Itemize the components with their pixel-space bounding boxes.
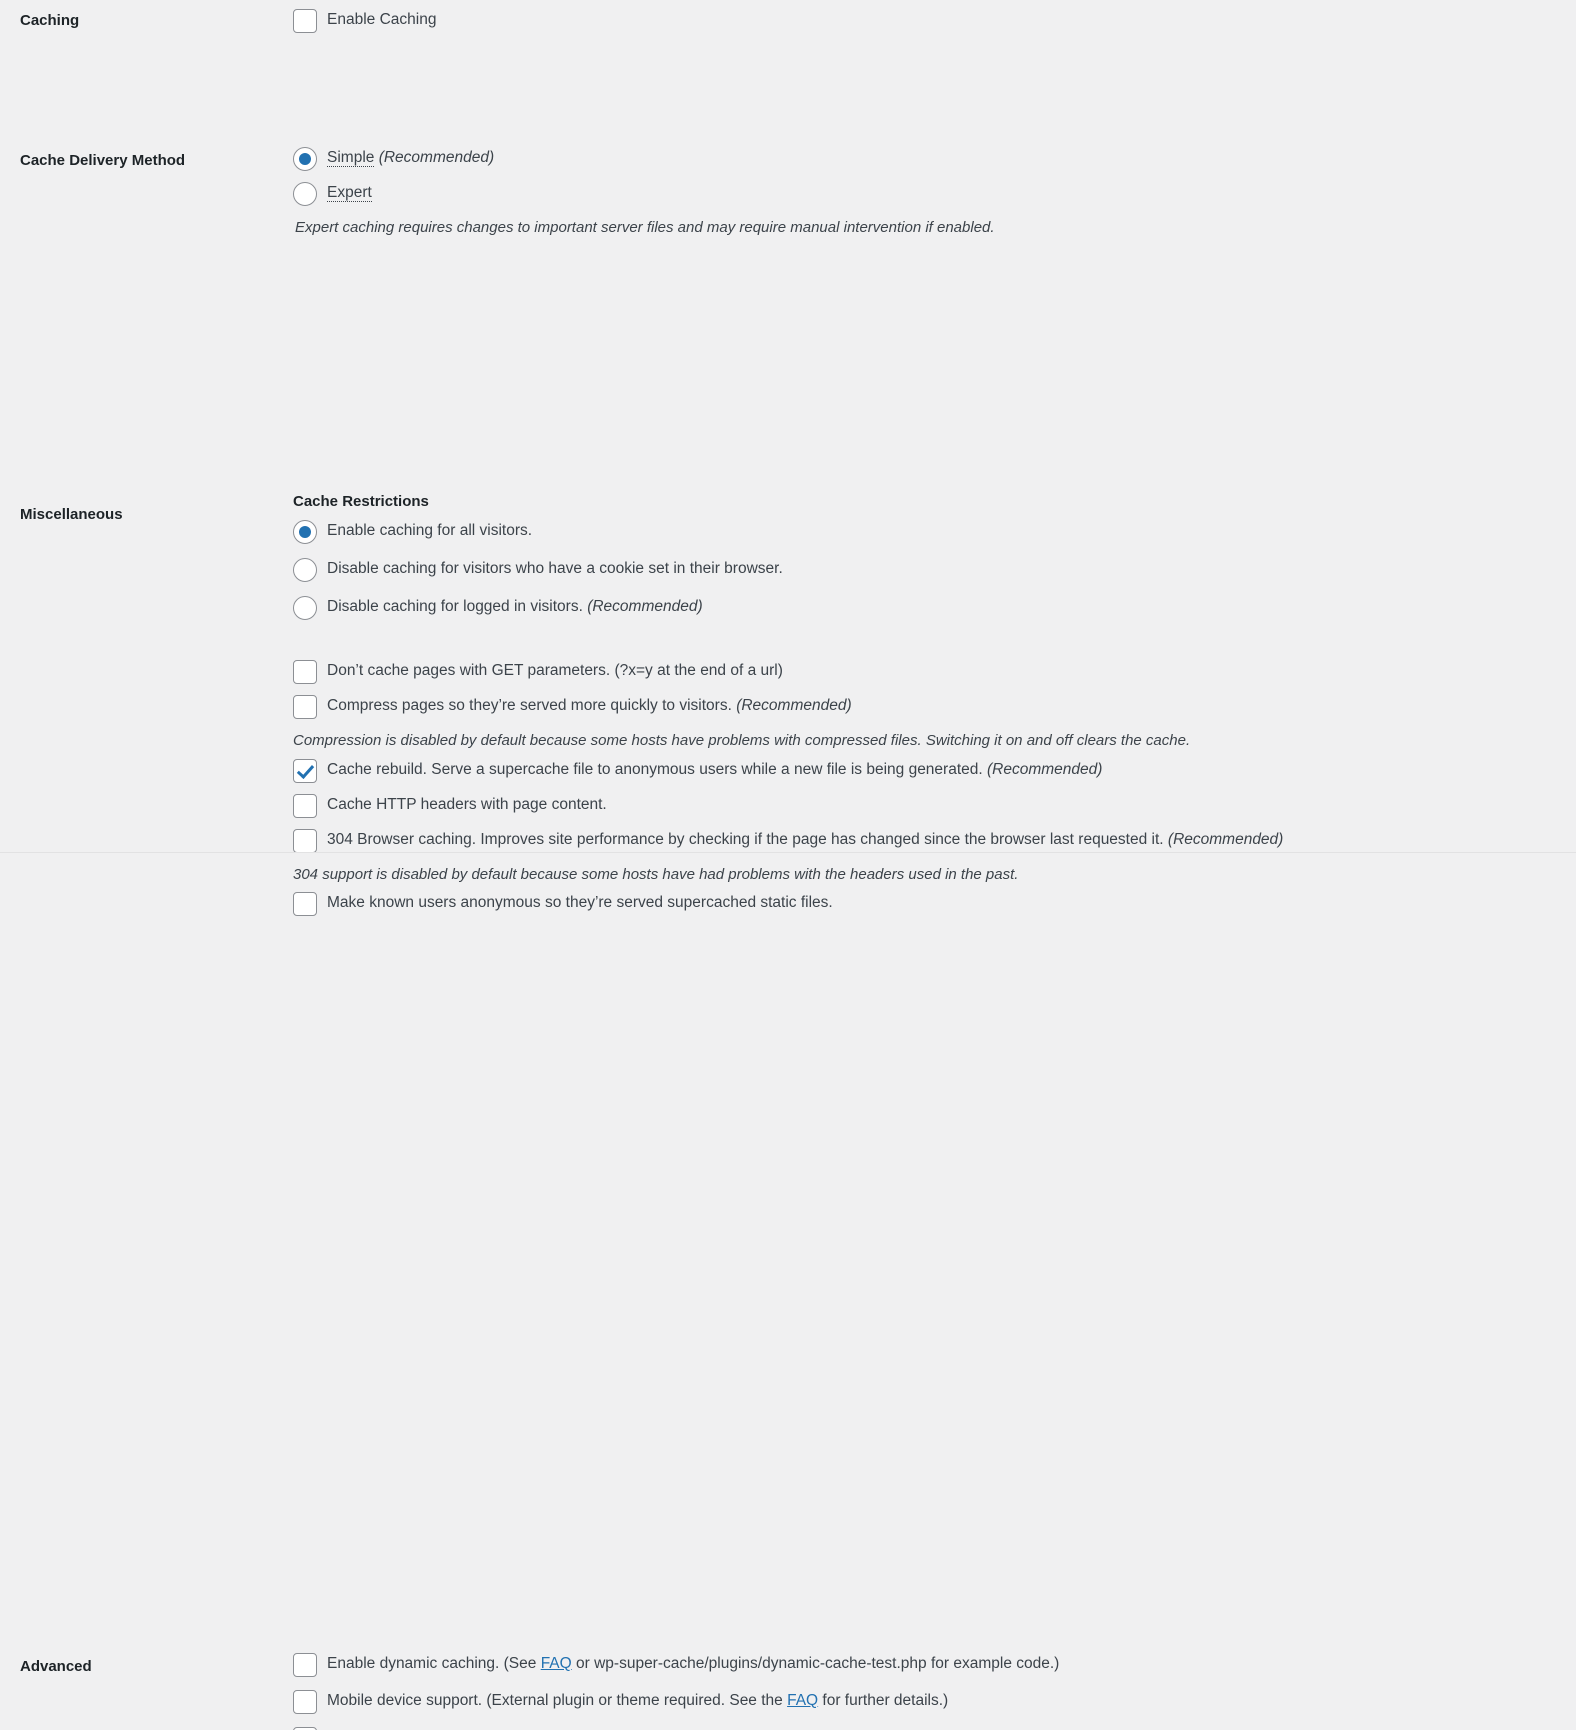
group-cache-restrictions: Enable caching for all visitors. Disable… bbox=[293, 520, 1566, 620]
radio-suffix-disable-caching-logged-in: (Recommended) bbox=[587, 598, 703, 615]
checkbox-enable-dynamic-caching[interactable]: Enable dynamic caching. (See FAQ or wp-s… bbox=[293, 1653, 1566, 1677]
checkbox-label-cache-rebuild: Cache rebuild. Serve a supercache file t… bbox=[327, 760, 983, 778]
checkbox-remove-utf8-charset[interactable]: Remove UTF8/blog charset support from .h… bbox=[293, 1727, 1566, 1730]
checkbox-icon-checked[interactable] bbox=[293, 758, 317, 783]
radio-suffix-simple: (Recommended) bbox=[378, 149, 495, 166]
group-cache-flags-2: Cache rebuild. Serve a supercache file t… bbox=[293, 758, 1566, 853]
faq-link-mobile-support[interactable]: FAQ bbox=[787, 1692, 818, 1709]
checkbox-304-browser-caching[interactable]: 304 Browser caching. Improves site perfo… bbox=[293, 828, 1566, 853]
note-304-support: 304 support is disabled by default becau… bbox=[293, 865, 1019, 883]
checkbox-label-mobile-device-support-post: for further details.) bbox=[818, 1692, 949, 1709]
row-label-advanced: Advanced bbox=[20, 1658, 92, 1675]
heading-cache-restrictions: Cache Restrictions bbox=[293, 492, 429, 510]
checkbox-suffix-compress-pages: (Recommended) bbox=[736, 697, 852, 714]
radio-label-enable-caching-all-visitors: Enable caching for all visitors. bbox=[327, 522, 533, 539]
checkbox-label-cache-http-headers: Cache HTTP headers with page content. bbox=[327, 795, 607, 813]
radio-enable-caching-all-visitors[interactable]: Enable caching for all visitors. bbox=[293, 520, 1566, 544]
settings-form-table: Caching Enable Caching Cache Delivery Me… bbox=[0, 0, 1576, 1730]
checkbox-icon-unchecked[interactable] bbox=[293, 9, 317, 33]
radio-label-disable-caching-cookie: Disable caching for visitors who have a … bbox=[327, 560, 783, 577]
checkbox-enable-caching[interactable]: Enable Caching bbox=[293, 9, 1566, 33]
checkbox-label-mobile-device-support-pre: Mobile device support. (External plugin … bbox=[327, 1692, 788, 1709]
row-caching: Caching Enable Caching bbox=[0, 0, 1576, 61]
faq-link-dynamic-caching[interactable]: FAQ bbox=[541, 1655, 572, 1672]
radio-icon-unselected[interactable] bbox=[293, 596, 317, 620]
radio-delivery-simple[interactable]: Simple (Recommended) bbox=[293, 147, 1566, 171]
checkbox-icon-unchecked[interactable] bbox=[293, 828, 317, 853]
group-cache-flags-3: Make known users anonymous so they’re se… bbox=[293, 892, 1566, 916]
radio-icon-selected[interactable] bbox=[293, 520, 317, 544]
row-advanced: Advanced Enable dynamic caching. (See FA… bbox=[0, 947, 1576, 1730]
checkbox-icon-unchecked[interactable] bbox=[293, 892, 317, 916]
radio-label-expert: Expert bbox=[327, 184, 372, 202]
radio-icon-unselected[interactable] bbox=[293, 558, 317, 582]
row-content-cache-delivery-method: Simple (Recommended) Expert Expert cachi… bbox=[293, 61, 1576, 276]
checkbox-mobile-device-support[interactable]: Mobile device support. (External plugin … bbox=[293, 1690, 1566, 1714]
checkbox-label-enable-dynamic-caching-post: or wp-super-cache/plugins/dynamic-cache-… bbox=[571, 1655, 1060, 1672]
radio-disable-caching-logged-in[interactable]: Disable caching for logged in visitors. … bbox=[293, 596, 1566, 620]
row-content-miscellaneous: Cache Restrictions Enable caching for al… bbox=[293, 276, 1576, 948]
radio-label-simple: Simple bbox=[327, 149, 375, 167]
checkbox-label-compress-pages: Compress pages so they’re served more qu… bbox=[327, 697, 732, 714]
checkbox-icon-unchecked[interactable] bbox=[293, 660, 317, 684]
group-cache-flags: Don’t cache pages with GET parameters. (… bbox=[293, 660, 1566, 719]
checkbox-label-dont-cache-get-params: Don’t cache pages with GET parameters. (… bbox=[327, 662, 783, 679]
radio-icon-unselected[interactable] bbox=[293, 182, 317, 206]
row-cache-delivery-method: Cache Delivery Method Simple (Recommende… bbox=[0, 61, 1576, 276]
row-content-advanced: Enable dynamic caching. (See FAQ or wp-s… bbox=[293, 947, 1576, 1730]
checkbox-icon-unchecked[interactable] bbox=[293, 1690, 317, 1714]
row-label-caching: Caching bbox=[20, 12, 80, 29]
row-label-cache-delivery-method: Cache Delivery Method bbox=[20, 152, 186, 169]
checkbox-icon-unchecked[interactable] bbox=[293, 1727, 317, 1730]
row-content-caching: Enable Caching bbox=[293, 0, 1576, 61]
checkbox-cache-rebuild[interactable]: Cache rebuild. Serve a supercache file t… bbox=[293, 758, 1566, 783]
checkbox-icon-unchecked[interactable] bbox=[293, 1653, 317, 1677]
checkbox-compress-pages[interactable]: Compress pages so they’re served more qu… bbox=[293, 695, 1566, 719]
checkbox-dont-cache-get-params[interactable]: Don’t cache pages with GET parameters. (… bbox=[293, 660, 1566, 684]
checkbox-icon-unchecked[interactable] bbox=[293, 695, 317, 719]
checkbox-icon-unchecked[interactable] bbox=[293, 793, 317, 818]
row-label-miscellaneous: Miscellaneous bbox=[20, 505, 123, 523]
radio-disable-caching-cookie[interactable]: Disable caching for visitors who have a … bbox=[293, 558, 1566, 582]
row-miscellaneous: Miscellaneous Cache Restrictions Enable … bbox=[0, 276, 1576, 948]
checkbox-label-enable-caching: Enable Caching bbox=[327, 11, 437, 28]
bottom-divider bbox=[0, 852, 1576, 853]
checkbox-suffix-cache-rebuild: (Recommended) bbox=[987, 760, 1103, 778]
checkbox-label-make-known-users-anonymous: Make known users anonymous so they’re se… bbox=[327, 894, 833, 911]
checkbox-label-304-browser-caching: 304 Browser caching. Improves site perfo… bbox=[327, 830, 1164, 848]
checkbox-suffix-304-browser-caching: (Recommended) bbox=[1167, 830, 1284, 848]
checkbox-label-remove-utf8-charset: Remove UTF8/blog charset support from .h… bbox=[317, 1727, 1417, 1730]
radio-label-disable-caching-logged-in: Disable caching for logged in visitors. bbox=[327, 598, 583, 615]
radio-icon-selected[interactable] bbox=[293, 147, 317, 171]
group-advanced-options: Enable dynamic caching. (See FAQ or wp-s… bbox=[293, 1653, 1566, 1730]
checkbox-cache-http-headers[interactable]: Cache HTTP headers with page content. bbox=[293, 793, 1566, 818]
checkbox-make-known-users-anonymous[interactable]: Make known users anonymous so they’re se… bbox=[293, 892, 1566, 916]
checkbox-label-enable-dynamic-caching-pre: Enable dynamic caching. (See bbox=[327, 1655, 541, 1672]
note-compression: Compression is disabled by default becau… bbox=[293, 732, 1191, 749]
note-expert-caching: Expert caching requires changes to impor… bbox=[295, 219, 995, 236]
radio-delivery-expert[interactable]: Expert bbox=[293, 182, 1566, 206]
